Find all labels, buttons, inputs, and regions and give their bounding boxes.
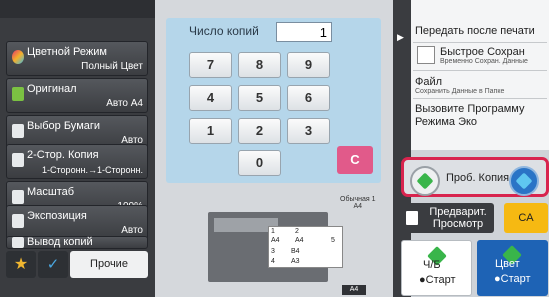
star-icon: ★ bbox=[13, 256, 29, 273]
paper-select-icon bbox=[12, 124, 24, 138]
key-4[interactable]: 4 bbox=[189, 85, 232, 111]
color-start-label: ●Старт bbox=[494, 273, 531, 285]
clear-key[interactable]: C bbox=[337, 146, 373, 174]
key-2[interactable]: 2 bbox=[238, 118, 281, 144]
check-icon: ✓ bbox=[46, 256, 60, 273]
file-item[interactable]: Файл Сохранить Данные в Папке bbox=[415, 76, 545, 95]
preview-button[interactable]: Предварит. Просмотр bbox=[400, 203, 494, 233]
key-0[interactable]: 0 bbox=[238, 150, 281, 176]
color-start-button[interactable]: Цвет ●Старт bbox=[477, 240, 548, 296]
tray-3-size: B4 bbox=[291, 248, 300, 255]
color-mode-value: Полный Цвет bbox=[81, 61, 143, 72]
key-1[interactable]: 1 bbox=[189, 118, 232, 144]
tray-2-size: A4 bbox=[295, 237, 304, 244]
preview-icon bbox=[406, 211, 418, 225]
copies-display[interactable]: 1 bbox=[276, 22, 332, 42]
quick-save-item[interactable]: Быстрое Сохран Временно Сохран. Данные bbox=[440, 46, 546, 65]
output-tray-name: Обычная 1 bbox=[340, 196, 376, 203]
tray-1-size: A4 bbox=[271, 237, 280, 244]
tray-1-num: 1 bbox=[271, 228, 275, 235]
key-8[interactable]: 8 bbox=[238, 52, 281, 78]
key-9[interactable]: 9 bbox=[287, 52, 330, 78]
trial-copy-color-button[interactable] bbox=[509, 166, 539, 196]
file-sub: Сохранить Данные в Папке bbox=[415, 88, 505, 95]
paper-select-label: Выбор Бумаги bbox=[27, 120, 101, 132]
original-value: Авто A4 bbox=[106, 98, 143, 109]
output-tray-size: A4 bbox=[353, 203, 363, 210]
check-button[interactable]: ✓ bbox=[38, 251, 68, 278]
exposure-button[interactable]: Экспозиция Авто bbox=[6, 205, 148, 240]
key-6[interactable]: 6 bbox=[287, 85, 330, 111]
output-label: Вывод копий bbox=[27, 236, 93, 248]
tray-5-num: 5 bbox=[331, 237, 335, 244]
exposure-label: Экспозиция bbox=[27, 210, 87, 222]
quick-save-checkbox[interactable] bbox=[417, 46, 435, 64]
key-7[interactable]: 7 bbox=[189, 52, 232, 78]
trial-copy-label: Проб. Копия bbox=[446, 172, 510, 184]
bypass-size-tag: A4 bbox=[342, 285, 366, 295]
bw-start-button[interactable]: Ч/Б ●Старт bbox=[401, 240, 472, 296]
duplex-copy-button[interactable]: 2-Стор. Копия 1-Сторонн.→1-Сторонн. bbox=[6, 144, 148, 179]
duplex-value: 1-Сторонн.→1-Сторонн. bbox=[42, 165, 143, 175]
key-3[interactable]: 3 bbox=[287, 118, 330, 144]
copies-title: Число копий bbox=[189, 24, 259, 38]
color-label: Цвет bbox=[495, 258, 520, 270]
tray-2-num: 2 bbox=[295, 228, 299, 235]
tray-4-size: A3 bbox=[291, 258, 300, 265]
scale-icon bbox=[12, 190, 24, 204]
original-icon bbox=[12, 87, 24, 101]
color-mode-label: Цветной Режим bbox=[27, 46, 107, 58]
eco-program-item[interactable]: Вызовите Программу Режима Эко bbox=[415, 103, 540, 129]
original-label: Оригинал bbox=[27, 83, 77, 95]
other-button[interactable]: Прочие bbox=[70, 251, 148, 278]
color-mode-icon bbox=[12, 50, 24, 64]
duplex-label: 2-Стор. Копия bbox=[27, 149, 99, 161]
collapse-arrow-icon[interactable]: ▶ bbox=[397, 32, 407, 42]
scale-label: Масштаб bbox=[27, 186, 75, 198]
key-5[interactable]: 5 bbox=[238, 85, 281, 111]
tray-3-num: 3 bbox=[271, 248, 275, 255]
exposure-value: Авто bbox=[121, 225, 143, 236]
duplex-icon bbox=[12, 153, 24, 167]
clear-all-button[interactable]: CA bbox=[504, 203, 548, 233]
original-button[interactable]: Оригинал Авто A4 bbox=[6, 78, 148, 113]
quick-save-label: Быстрое Сохран bbox=[440, 46, 525, 58]
copy-screen: Цветной Режим Полный Цвет Оригинал Авто … bbox=[0, 0, 549, 297]
tray-4-num: 4 bbox=[271, 258, 275, 265]
exposure-icon bbox=[12, 214, 24, 228]
preview-label: Предварит. Просмотр bbox=[429, 206, 487, 230]
bw-label: Ч/Б bbox=[423, 259, 441, 271]
left-bottom-bar: ★ ✓ Прочие bbox=[6, 251, 148, 278]
trial-copy-bw-button[interactable] bbox=[410, 166, 440, 196]
output-button[interactable]: Вывод копий bbox=[6, 236, 148, 249]
send-after-print-item[interactable]: Передать после печати bbox=[415, 25, 545, 37]
quick-save-sub: Временно Сохран. Данные bbox=[440, 58, 528, 65]
file-label: Файл bbox=[415, 76, 443, 88]
paper-trays[interactable]: 1 A4 2 A4 3 B4 4 A3 5 bbox=[268, 226, 343, 268]
favorites-button[interactable]: ★ bbox=[6, 251, 36, 278]
output-icon bbox=[12, 237, 24, 248]
bw-start-label: ●Старт bbox=[419, 274, 456, 286]
output-tray-label: Обычная 1 A4 bbox=[340, 196, 376, 210]
color-mode-button[interactable]: Цветной Режим Полный Цвет bbox=[6, 41, 148, 76]
